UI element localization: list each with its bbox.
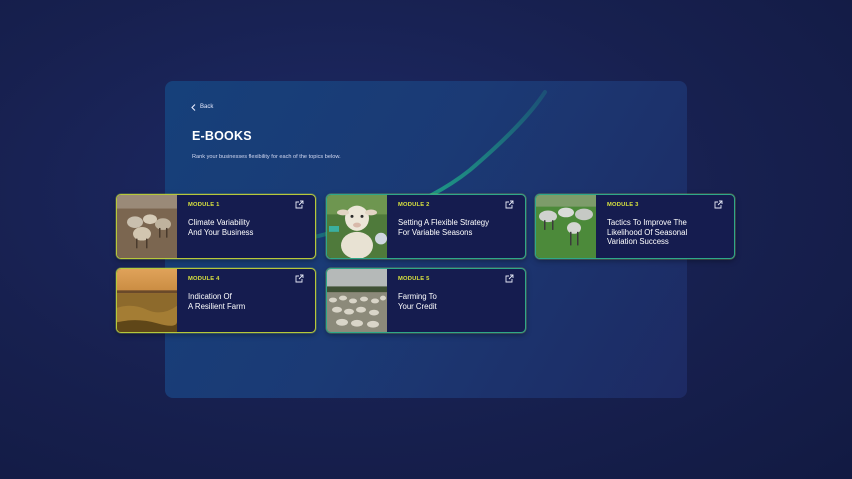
page-subtitle: Rank your businesses flexibility for eac…: [192, 154, 341, 160]
page-title: E-BOOKS: [192, 129, 252, 143]
module-2-image: [327, 195, 387, 258]
external-link-icon[interactable]: [295, 274, 304, 283]
module-title: Tactics To Improve The Likelihood Of Seas…: [607, 218, 688, 247]
module-title: Setting A Flexible Strategy For Variable …: [398, 218, 490, 237]
module-card-2[interactable]: MODULE 2 Setting A Flexible Strategy For …: [326, 194, 526, 259]
module-title: Farming To Your Credit: [398, 292, 437, 311]
module-card-4[interactable]: MODULE 4 Indication Of A Resilient Farm: [116, 268, 316, 333]
module-4-image: [117, 269, 177, 332]
back-button[interactable]: Back: [191, 101, 213, 113]
module-title: Indication Of A Resilient Farm: [188, 292, 246, 311]
module-card-3[interactable]: MODULE 3 Tactics To Improve The Likelihoo…: [535, 194, 735, 259]
external-link-icon[interactable]: [295, 200, 304, 209]
module-label: MODULE 3: [607, 202, 639, 208]
external-link-icon[interactable]: [714, 200, 723, 209]
external-link-icon[interactable]: [505, 200, 514, 209]
module-label: MODULE 5: [398, 276, 430, 282]
chevron-left-icon: [191, 103, 196, 111]
module-card-1[interactable]: MODULE 1 Climate Variability And Your Bus…: [116, 194, 316, 259]
back-label: Back: [200, 104, 214, 110]
module-card-5[interactable]: MODULE 5 Farming To Your Credit: [326, 268, 526, 333]
module-5-image: [327, 269, 387, 332]
module-label: MODULE 4: [188, 276, 220, 282]
module-3-image: [536, 195, 596, 258]
module-1-image: [117, 195, 177, 258]
module-label: MODULE 1: [188, 202, 220, 208]
external-link-icon[interactable]: [505, 274, 514, 283]
module-label: MODULE 2: [398, 202, 430, 208]
module-title: Climate Variability And Your Business: [188, 218, 254, 237]
